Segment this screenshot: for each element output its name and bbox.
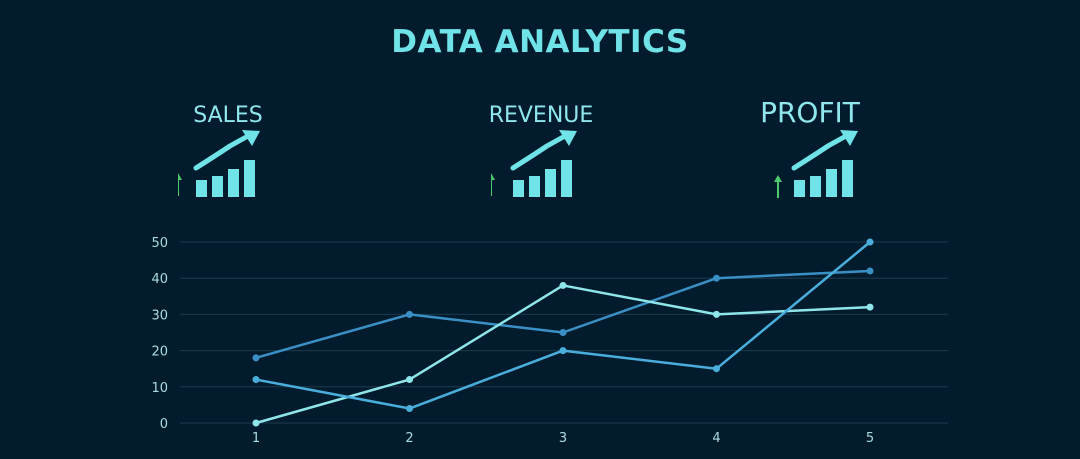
x-tick-label: 1 xyxy=(252,431,260,446)
y-axis-ticks: 0 10 20 30 40 50 xyxy=(151,236,168,432)
x-tick-label: 2 xyxy=(405,431,413,446)
data-point xyxy=(713,365,720,373)
data-point xyxy=(406,376,413,384)
data-point xyxy=(559,347,567,355)
data-point xyxy=(252,354,260,362)
chart-series xyxy=(252,238,874,427)
data-point xyxy=(866,267,874,275)
data-point xyxy=(713,310,720,318)
data-point xyxy=(866,303,874,311)
line-chart: 0 10 20 30 40 50 1 2 3 4 5 xyxy=(151,236,948,446)
data-point xyxy=(866,238,874,246)
y-tick-label: 30 xyxy=(151,308,168,323)
y-tick-label: 20 xyxy=(151,345,168,360)
data-point xyxy=(559,329,567,336)
x-tick-label: 4 xyxy=(712,431,720,446)
x-tick-label: 3 xyxy=(559,431,567,446)
y-tick-label: 10 xyxy=(151,381,168,396)
data-point xyxy=(406,310,413,318)
x-tick-label: 5 xyxy=(866,431,874,446)
data-point xyxy=(559,281,567,289)
data-point xyxy=(252,419,260,427)
data-point xyxy=(252,376,260,384)
y-tick-label: 40 xyxy=(151,272,168,287)
series-line-2 xyxy=(255,284,871,425)
y-tick-label: 0 xyxy=(160,417,168,432)
data-point xyxy=(713,274,720,282)
y-tick-label: 50 xyxy=(151,236,168,251)
x-axis-ticks: 1 2 3 4 5 xyxy=(252,431,874,446)
series-line-3 xyxy=(255,241,871,410)
data-point xyxy=(406,405,413,413)
